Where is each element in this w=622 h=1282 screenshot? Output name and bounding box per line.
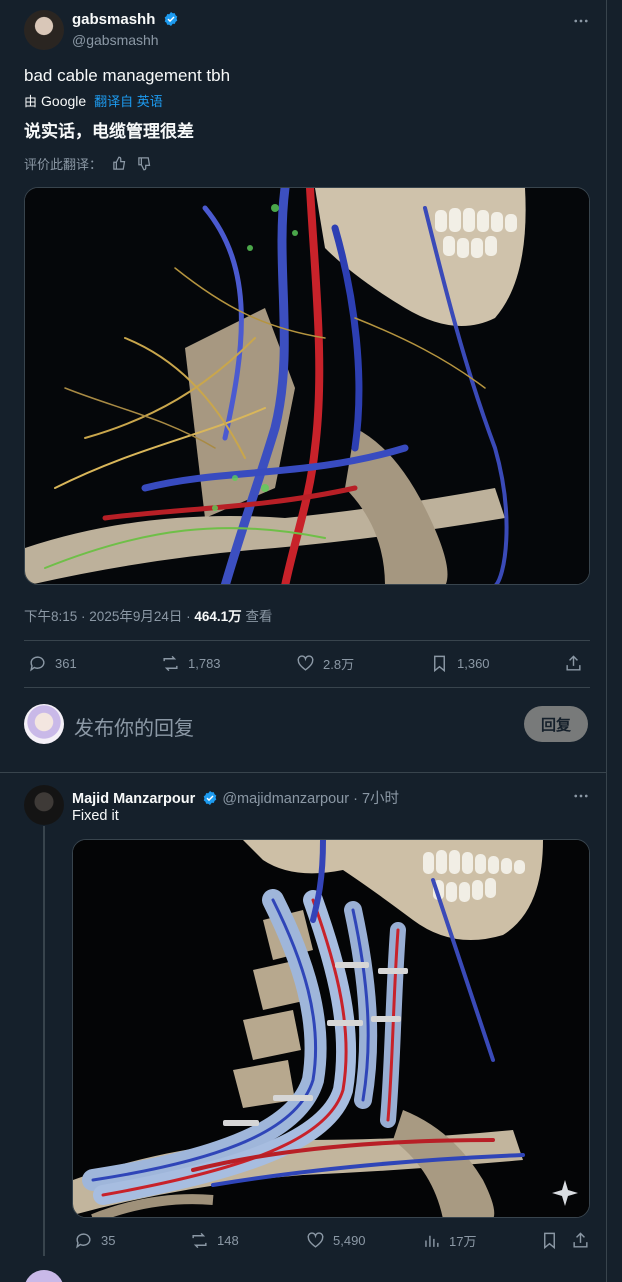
tweet-image-anatomy[interactable] (24, 187, 590, 585)
reply-views-count: 17万 (449, 1234, 477, 1249)
repost-icon (192, 1232, 207, 1249)
thumbs-down-icon[interactable] (137, 156, 152, 171)
more-options-icon[interactable] (572, 12, 590, 30)
share-button[interactable] (564, 654, 583, 673)
anatomy-illustration (25, 188, 589, 584)
translated-text: 说实话，电缆管理很差 (24, 122, 194, 141)
bookmark-count: 1,360 (457, 656, 490, 671)
reply-input[interactable]: 发布你的回复 (74, 712, 194, 741)
reply-bookmark-button[interactable] (540, 1231, 559, 1250)
like-button[interactable]: 2.8万 (296, 654, 354, 673)
divider-bottom (24, 687, 590, 688)
reply-more-options-icon[interactable] (572, 787, 590, 805)
tweet-date[interactable]: 2025年9月24日 (89, 609, 182, 624)
thread-line (43, 826, 45, 1256)
repost-button[interactable]: 1,783 (161, 654, 221, 673)
right-scroll-edge (606, 0, 607, 1282)
tweet-time[interactable]: 下午8:15 (24, 609, 77, 624)
translation-source: 由 Google 翻译自 英语 (24, 91, 163, 110)
reply-author-avatar[interactable] (24, 785, 64, 825)
google-brand: Google (41, 92, 87, 109)
reply-author-row: Majid Manzarpour @majidmanzarpour · 7小时 (72, 791, 400, 807)
translate-by: 由 (24, 94, 38, 109)
tweet-text: bad cable management tbh (24, 66, 231, 85)
reply-like-button[interactable]: 5,490 (306, 1231, 366, 1250)
bookmark-button[interactable]: 1,360 (430, 654, 490, 673)
verified-badge-icon (204, 791, 217, 805)
action-bar: 361 1,783 2.8万 1,360 (28, 654, 588, 676)
share-icon (573, 1232, 588, 1248)
reply-action-bar: 35 148 5,490 17万 (74, 1231, 590, 1253)
bookmark-icon (544, 1232, 555, 1250)
reply-views-button[interactable]: 17万 (422, 1231, 476, 1250)
reply-button-compose[interactable]: 回复 (524, 706, 588, 742)
reply-icon (30, 656, 45, 672)
reply-author-name[interactable]: Majid Manzarpour (72, 791, 195, 807)
reply-reply-button[interactable]: 35 (74, 1231, 115, 1250)
author-handle[interactable]: @gabsmashh (72, 32, 159, 48)
thumbs-up-icon[interactable] (112, 156, 127, 171)
author-name-row[interactable]: gabsmashh (72, 11, 179, 28)
next-reply-avatar-partial (24, 1270, 64, 1282)
reply-count: 361 (55, 656, 77, 671)
reply-like-count: 5,490 (333, 1233, 366, 1248)
view-label: 查看 (245, 609, 273, 624)
translate-link[interactable]: 翻译自 英语 (94, 91, 163, 110)
divider-top (24, 640, 590, 641)
tweet-timestamp-row: 下午8:15 · 2025年9月24日 · 464.1万 查看 (24, 609, 273, 624)
author-avatar[interactable] (24, 10, 64, 50)
reply-text: Fixed it (72, 808, 119, 824)
view-count: 464.1万 (194, 609, 242, 624)
reply-icon (76, 1233, 91, 1249)
share-icon (566, 655, 581, 671)
reply-share-button[interactable] (571, 1231, 590, 1250)
reply-reply-count: 35 (101, 1233, 116, 1248)
repost-icon (163, 655, 178, 672)
rate-translation-row: 评价此翻译： (24, 154, 152, 173)
heart-icon (307, 1232, 324, 1248)
anatomy-fixed-illustration (73, 840, 589, 1217)
reply-repost-count: 148 (217, 1233, 239, 1248)
author-display-name[interactable]: gabsmashh (72, 11, 155, 28)
like-count: 2.8万 (323, 657, 355, 672)
reply-button[interactable]: 361 (28, 654, 77, 673)
bookmark-icon (434, 655, 445, 673)
rate-translation-label: 评价此翻译： (24, 157, 103, 172)
section-divider (0, 772, 606, 773)
verified-badge-icon (164, 12, 177, 26)
current-user-avatar[interactable] (24, 704, 64, 744)
heart-icon (297, 655, 314, 671)
reply-time-ago[interactable]: 7小时 (362, 791, 399, 807)
reply-repost-button[interactable]: 148 (190, 1231, 239, 1250)
reply-image-anatomy-fixed[interactable] (72, 839, 590, 1218)
views-chart-icon (425, 1235, 439, 1247)
repost-count: 1,783 (188, 656, 221, 671)
reply-author-handle[interactable]: @majidmanzarpour (222, 791, 349, 807)
